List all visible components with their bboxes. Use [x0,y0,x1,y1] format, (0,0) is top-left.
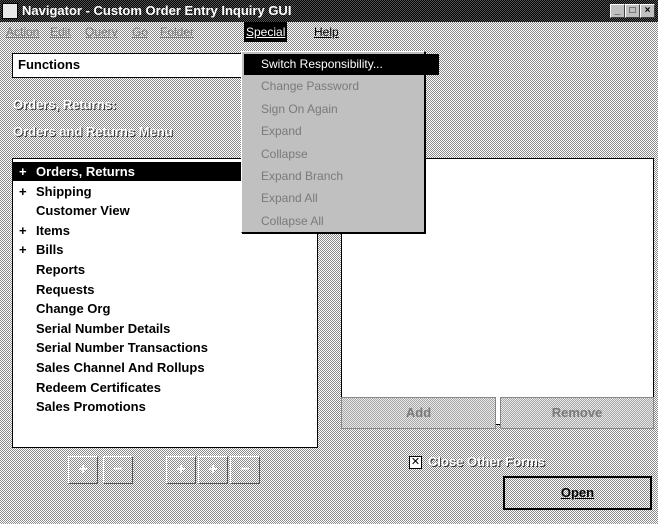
tree-item[interactable]: Change Org [13,299,242,318]
special-menu-item[interactable]: Sign On Again [244,99,439,120]
tree-item[interactable]: Reports [13,260,242,279]
open-button[interactable]: Open [503,476,652,510]
menu-name: Orders and Returns Menu [13,124,173,139]
tree-item-label: Customer View [36,203,130,219]
tree-item[interactable]: Serial Number Details [13,319,242,338]
special-menu-dropdown: Switch Responsibility... Change Password S… [241,51,439,233]
expand-button[interactable]: + [68,456,98,484]
special-menu-item[interactable]: Collapse All [244,211,439,232]
remove-button[interactable]: Remove [500,397,654,429]
tree-item[interactable]: Requests [13,280,242,299]
tree-item-label: Change Org [36,301,111,317]
collapse-all-icon: − [240,461,250,478]
tree-item-label: Shipping [36,183,92,199]
tree-item[interactable]: + Orders, Returns [13,162,242,181]
special-menu-item[interactable]: Collapse [244,144,439,165]
special-menu-item[interactable]: Switch Responsibility... [244,54,439,75]
tree-item[interactable]: + Shipping [13,182,242,201]
add-button[interactable]: Add [341,397,496,429]
minimize-button[interactable]: _ [610,4,625,18]
expand-indicator-icon: + [19,242,27,258]
expand-all-icon: + [208,461,218,478]
tree-item[interactable]: Sales Promotions [13,397,242,416]
tree-item-label: Items [36,222,70,238]
open-button-label: Open [560,485,595,500]
responsibility-context: Orders, Returns: [13,97,117,112]
expand-branch-button[interactable]: + [166,456,196,484]
collapse-all-button[interactable]: − [230,456,260,484]
special-menu-item[interactable]: Expand Branch [244,166,439,187]
tree-item[interactable]: Sales Channel And Rollups [13,358,242,377]
special-menu-item[interactable]: Expand All [244,188,439,209]
menu-bar: Action Edit Query Go Folder Special Help [0,22,658,42]
special-menu-item[interactable]: Expand [244,121,439,142]
window-title: Navigator - Custom Order Entry Inquiry G… [22,3,292,18]
maximize-button[interactable]: □ [625,4,640,18]
collapse-icon: − [113,461,123,478]
tree-item[interactable]: Redeem Certificates [13,378,242,397]
tree-item[interactable]: Customer View [13,201,242,220]
app-icon[interactable] [2,3,18,19]
tree-item[interactable]: Serial Number Transactions [13,338,242,357]
tree-item-label: Serial Number Transactions [36,340,208,356]
expand-indicator-icon: + [19,183,27,199]
menu-folder[interactable]: Folder [158,22,196,42]
close-other-forms-label[interactable]: Close Other Forms [428,454,545,469]
special-menu-item[interactable]: Change Password [244,76,439,97]
tree-item-label: Orders, Returns [36,164,135,179]
menu-edit[interactable]: Edit [48,22,73,42]
tree-item[interactable]: + Items [13,221,242,240]
menu-help[interactable]: Help [312,22,341,42]
expand-indicator-icon: + [19,222,27,238]
menu-action[interactable]: Action [4,22,41,42]
tree-item-label: Bills [36,242,64,258]
menu-go[interactable]: Go [130,22,150,42]
expand-branch-icon: + [176,461,186,478]
menu-query[interactable]: Query [83,22,120,42]
title-bar[interactable]: Navigator - Custom Order Entry Inquiry G… [0,0,658,22]
expand-indicator-icon: + [19,164,27,179]
tree-item-label: Requests [36,281,95,297]
tree-item[interactable]: + Bills [13,240,242,259]
expand-all-button[interactable]: + [198,456,228,484]
functions-label: Functions [12,53,243,78]
tree-item-label: Sales Promotions [36,399,146,415]
tree-item-label: Redeem Certificates [36,379,161,395]
tree-item-label: Reports [36,262,86,277]
expand-icon: + [78,461,88,478]
tree-item-label: Serial Number Details [36,320,171,336]
collapse-button[interactable]: − [103,456,133,484]
close-window-button[interactable]: × [640,4,655,18]
tree-item-label: Sales Channel And Rollups [36,360,205,375]
close-other-forms-checkbox[interactable]: ✕ [409,456,422,469]
menu-special[interactable]: Special [244,22,288,42]
